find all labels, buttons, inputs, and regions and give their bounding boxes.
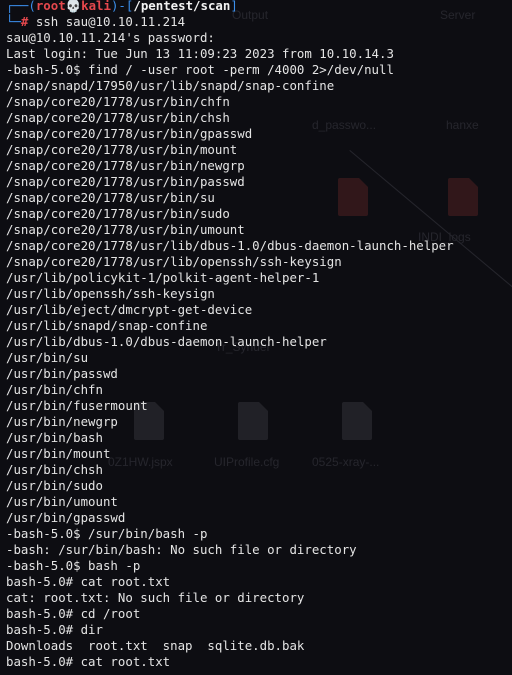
output-line: /usr/lib/openssh/ssh-keysign (6, 286, 215, 301)
output-line: /usr/lib/eject/dmcrypt-get-device (6, 302, 253, 317)
output-line: /usr/bin/fusermount (6, 398, 148, 413)
output-line: /usr/lib/snapd/snap-confine (6, 318, 208, 333)
output-line: /snap/core20/1778/usr/bin/newgrp (6, 158, 245, 173)
output-line: /snap/core20/1778/usr/bin/su (6, 190, 215, 205)
output-line: bash-5.0# cat root.txt (6, 654, 171, 669)
output-line: Last login: Tue Jun 13 11:09:23 2023 fro… (6, 46, 394, 61)
prompt-header-line: ┌──(root💀kali)-[/pentest/scan] (0, 0, 512, 14)
output-line: /snap/core20/1778/usr/bin/chsh (6, 110, 230, 125)
output-line: /usr/bin/bash (6, 430, 103, 445)
output-line: /snap/snapd/17950/usr/lib/snapd/snap-con… (6, 78, 335, 93)
prompt-path: /pentest/scan (133, 0, 231, 13)
prompt-command: ssh sau@10.10.11.214 (35, 14, 186, 29)
output-line: -bash-5.0$ /sur/bin/bash -p (6, 526, 208, 541)
prompt-box-bottom: └─ (6, 14, 21, 29)
prompt-box-top: ┌──( (6, 0, 36, 13)
output-line: /usr/bin/chfn (6, 382, 103, 397)
output-line: bash-5.0# dir (6, 622, 103, 637)
output-line: /usr/lib/dbus-1.0/dbus-daemon-launch-hel… (6, 334, 327, 349)
output-line: -bash-5.0$ find / -user root -perm /4000… (6, 62, 394, 77)
output-line: /usr/bin/mount (6, 446, 111, 461)
prompt-host: kali (81, 0, 111, 13)
output-line: /usr/bin/passwd (6, 366, 118, 381)
output-line: -bash-5.0$ bash -p (6, 558, 141, 573)
output-line: /snap/core20/1778/usr/lib/openssh/ssh-ke… (6, 254, 342, 269)
output-line: /snap/core20/1778/usr/bin/chfn (6, 94, 230, 109)
output-line: /usr/bin/su (6, 350, 89, 365)
terminal-output: ┌──(root💀kali)-[/pentest/scan] └─# ssh s… (0, 0, 512, 670)
prompt-close: ] (230, 0, 238, 13)
output-line: /snap/core20/1778/usr/lib/dbus-1.0/dbus-… (6, 238, 454, 253)
prompt-hash: # (20, 14, 29, 29)
output-line: bash-5.0# cat root.txt (6, 574, 171, 589)
output-line: /snap/core20/1778/usr/bin/passwd (6, 174, 245, 189)
prompt-command-line: └─# ssh sau@10.10.11.214 (0, 14, 512, 30)
output-line: /snap/core20/1778/usr/bin/gpasswd (6, 126, 253, 141)
output-line: /usr/bin/sudo (6, 478, 103, 493)
output-line: -bash: /sur/bin/bash: No such file or di… (6, 542, 357, 557)
output-line: /usr/bin/umount (6, 494, 118, 509)
output-line: /snap/core20/1778/usr/bin/umount (6, 222, 245, 237)
output-line: bash-5.0# cd /root (6, 606, 141, 621)
prompt-user: root (35, 0, 66, 13)
prompt-separator: )-[ (110, 0, 134, 13)
output-line: /usr/bin/chsh (6, 462, 103, 477)
output-block: sau@10.10.11.214's password: Last login: … (0, 30, 512, 670)
output-line: sau@10.10.11.214's password: (6, 30, 215, 45)
skull-icon: 💀 (65, 0, 82, 13)
terminal-window[interactable]: Output Server d_passwo... hanxe INDI_log… (0, 0, 512, 675)
output-line: /usr/lib/policykit-1/polkit-agent-helper… (6, 270, 320, 285)
output-line: /usr/bin/newgrp (6, 414, 118, 429)
output-line: /usr/bin/gpasswd (6, 510, 126, 525)
output-line: Downloads root.txt snap sqlite.db.bak (6, 638, 305, 653)
output-line: /snap/core20/1778/usr/bin/mount (6, 142, 238, 157)
output-line: /snap/core20/1778/usr/bin/sudo (6, 206, 230, 221)
output-line: cat: root.txt: No such file or directory (6, 590, 305, 605)
